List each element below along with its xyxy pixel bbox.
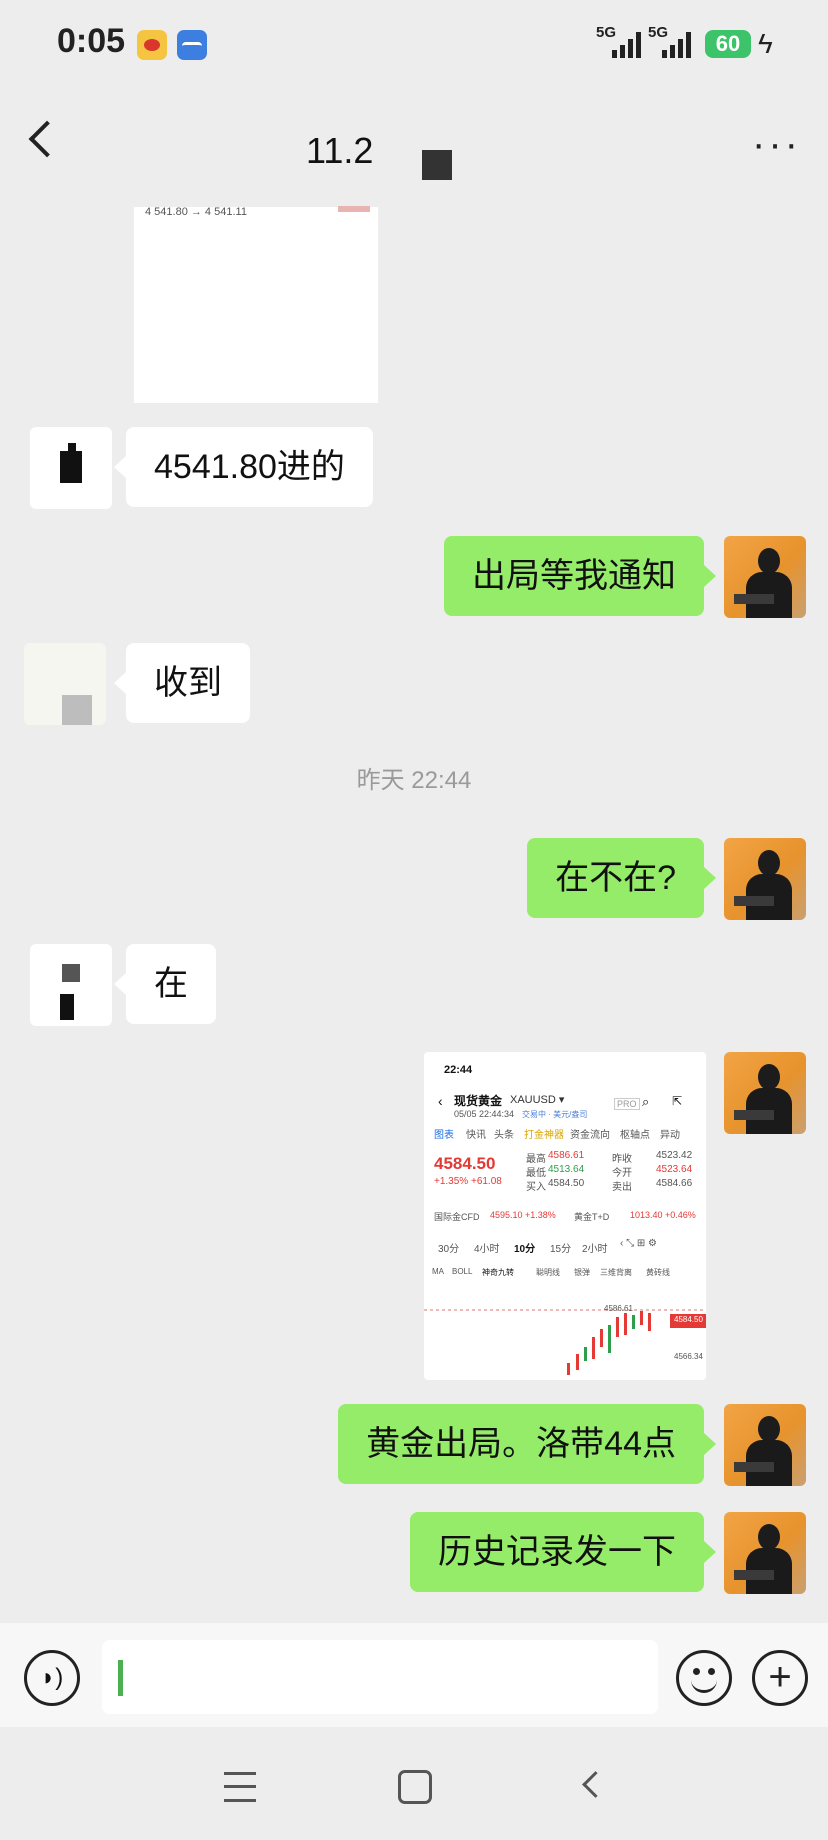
my-avatar[interactable] bbox=[724, 838, 806, 920]
shot-tab: 打金神器 bbox=[524, 1130, 564, 1141]
message-bubble-out[interactable]: 黄金出局。洛带44点 bbox=[338, 1404, 716, 1484]
shot-stat-value: 4586.61 bbox=[548, 1150, 585, 1161]
shot-tools-icon: ‹ ⤡ ⊞ ⚙ bbox=[620, 1238, 658, 1249]
title-redaction bbox=[422, 150, 452, 180]
contact-avatar[interactable] bbox=[30, 427, 112, 509]
shot-pro-badge: PRO bbox=[614, 1098, 640, 1110]
shot-share-icon: ⇱ bbox=[672, 1094, 683, 1108]
shot-stat-label: 最高 bbox=[526, 1154, 546, 1165]
back-icon[interactable] bbox=[28, 120, 66, 158]
my-avatar[interactable] bbox=[724, 1512, 806, 1594]
status-time: 0:05 bbox=[57, 22, 126, 60]
emoji-icon[interactable] bbox=[676, 1650, 732, 1706]
message-input[interactable] bbox=[102, 1640, 658, 1714]
message-bubble-out[interactable]: 历史记录发一下 bbox=[410, 1512, 716, 1592]
chat-timestamp: 昨天 22:44 bbox=[356, 767, 472, 794]
image-message[interactable] bbox=[134, 207, 378, 403]
voice-icon[interactable]: ◗) bbox=[24, 1650, 80, 1706]
shot-stat-label: 最低 bbox=[526, 1168, 546, 1179]
image-caption: 4 541.80 → 4 541.11 bbox=[145, 206, 247, 218]
shot-period: 2小时 bbox=[582, 1244, 608, 1255]
message-bubble-in[interactable]: 4541.80进的 bbox=[114, 427, 373, 507]
shot-search-icon: ⌕ bbox=[642, 1094, 650, 1109]
shot-tab: 资金流向 bbox=[570, 1130, 610, 1141]
shot-symbol: XAUUSD ▾ bbox=[510, 1094, 565, 1106]
signal-bars-icon bbox=[612, 31, 641, 58]
my-avatar[interactable] bbox=[724, 1052, 806, 1134]
shot-period: 15分 bbox=[550, 1244, 572, 1255]
shot-indicator: 黄砖线 bbox=[646, 1268, 670, 1277]
shot-td-label: 黄金T+D bbox=[574, 1212, 610, 1222]
stock-app-icon bbox=[177, 30, 207, 60]
system-back-icon[interactable] bbox=[582, 1771, 609, 1798]
shot-stat-value: 4513.64 bbox=[548, 1164, 585, 1175]
charging-icon: ϟ bbox=[758, 28, 773, 59]
shot-tab: 异动 bbox=[660, 1130, 680, 1141]
shot-candlestick-chart bbox=[424, 1309, 706, 1375]
shot-indicator: MA bbox=[432, 1267, 444, 1276]
candle-group bbox=[567, 1311, 651, 1375]
shot-change: +1.35% +61.08 bbox=[434, 1176, 502, 1187]
contact-avatar[interactable] bbox=[30, 944, 112, 1026]
shot-indicator: BOLL bbox=[452, 1267, 473, 1276]
shot-stat-value: 4523.42 bbox=[656, 1150, 693, 1161]
shot-stat-label: 今开 bbox=[612, 1168, 632, 1179]
text-caret bbox=[118, 1660, 123, 1696]
shot-tab: 快讯 bbox=[466, 1130, 486, 1141]
image-message-screenshot[interactable]: 22:44 ‹ 现货黄金 XAUUSD ▾ 05/05 22:44:34 交易中… bbox=[424, 1052, 706, 1380]
shot-stat-label: 买入 bbox=[526, 1182, 546, 1193]
shot-status-tags: 交易中 · 美元/盎司 bbox=[522, 1110, 588, 1119]
shot-chart-price-tag: 4584.50 bbox=[674, 1315, 703, 1324]
home-icon[interactable] bbox=[398, 1770, 432, 1804]
shot-indicator: 三维背离 bbox=[600, 1268, 632, 1277]
shot-time: 22:44 bbox=[444, 1064, 473, 1076]
message-bubble-out[interactable]: 在不在? bbox=[527, 838, 716, 918]
shot-back-icon: ‹ bbox=[438, 1093, 443, 1109]
shot-tab: 图表 bbox=[434, 1130, 454, 1141]
shot-stat-label: 卖出 bbox=[612, 1182, 632, 1193]
plus-icon[interactable]: + bbox=[752, 1650, 808, 1706]
shot-chart-low: 4566.34 bbox=[674, 1352, 703, 1361]
shot-indicator: 神奇九转 bbox=[482, 1268, 514, 1277]
my-avatar[interactable] bbox=[724, 1404, 806, 1486]
more-icon[interactable]: ··· bbox=[752, 124, 801, 164]
shot-stat-value: 4584.50 bbox=[548, 1178, 585, 1189]
shot-datetime: 05/05 22:44:34 bbox=[454, 1109, 515, 1119]
shot-stat-value: 4584.66 bbox=[656, 1178, 693, 1189]
shot-period: 4小时 bbox=[474, 1244, 500, 1255]
shot-period-active: 10分 bbox=[514, 1244, 536, 1255]
shot-cfd-label: 国际金CFD bbox=[434, 1212, 480, 1222]
battery-icon: 60 bbox=[705, 30, 751, 58]
shot-cfd-value: 4595.10 +1.38% bbox=[490, 1210, 556, 1220]
shot-tab: 头条 bbox=[494, 1130, 514, 1141]
my-avatar[interactable] bbox=[724, 536, 806, 618]
shot-price: 4584.50 bbox=[434, 1154, 496, 1173]
message-bubble-in[interactable]: 收到 bbox=[114, 643, 250, 723]
image-red-mark bbox=[338, 206, 370, 212]
shot-title: 现货黄金 bbox=[454, 1094, 503, 1108]
shot-chart-high: 4586.61 bbox=[604, 1304, 633, 1313]
message-bubble-out[interactable]: 出局等我通知 bbox=[444, 536, 716, 616]
chat-title: 11.2 bbox=[306, 130, 374, 171]
menu-icon[interactable] bbox=[224, 1772, 256, 1802]
shot-indicator: 聪明线 bbox=[536, 1268, 560, 1277]
shot-tab: 枢轴点 bbox=[620, 1130, 650, 1141]
shot-td-value: 1013.40 +0.46% bbox=[630, 1210, 696, 1220]
shot-indicator: 银弹 bbox=[574, 1268, 590, 1277]
shot-period: 30分 bbox=[438, 1244, 460, 1255]
message-bubble-in[interactable]: 在 bbox=[114, 944, 216, 1024]
shot-stat-value: 4523.64 bbox=[656, 1164, 693, 1175]
contact-avatar[interactable] bbox=[24, 643, 106, 725]
shot-stat-label: 昨收 bbox=[612, 1154, 632, 1165]
weibo-icon bbox=[137, 30, 167, 60]
signal-bars-icon-2 bbox=[662, 31, 691, 58]
